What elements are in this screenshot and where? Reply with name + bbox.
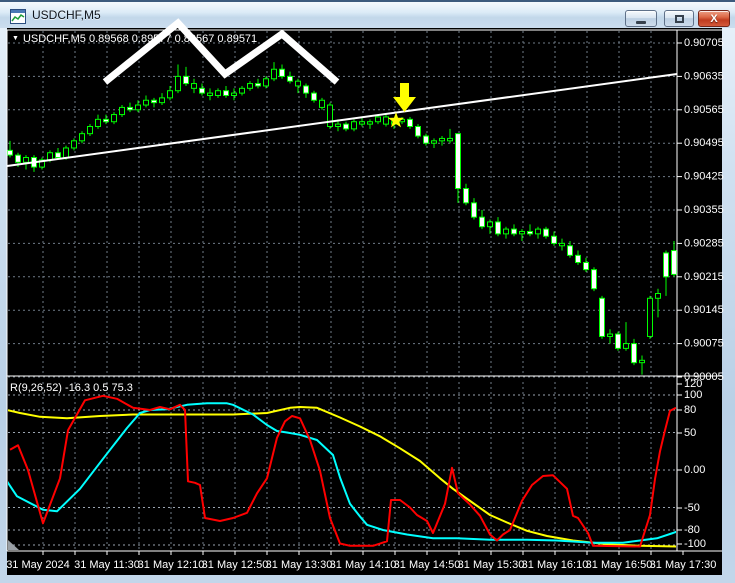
- symbol-dropdown-icon[interactable]: ▼: [12, 35, 19, 42]
- maximize-button[interactable]: [664, 10, 694, 27]
- close-icon: X: [710, 12, 718, 25]
- minimize-button[interactable]: [625, 10, 657, 27]
- chart-window: USDCHF,M5 X ▼ USDCHF,M5 0.89568 0.89577 0…: [0, 0, 735, 583]
- minimize-icon: [636, 20, 646, 24]
- restore-icon: [674, 14, 684, 23]
- close-button[interactable]: X: [698, 10, 730, 27]
- title-bar[interactable]: USDCHF,M5 X: [0, 0, 735, 28]
- symbol-ohlc-label: ▼ USDCHF,M5 0.89568 0.89577 0.89567 0.895…: [12, 33, 257, 45]
- chart-window-icon[interactable]: [10, 9, 26, 24]
- ohlc-values: 0.89568 0.89577 0.89567 0.89571: [88, 33, 258, 45]
- chart-client-area[interactable]: [7, 28, 722, 575]
- window-title: USDCHF,M5: [32, 8, 101, 22]
- indicator-label: R(9,26,52) -16.3 0.5 75.3: [10, 382, 133, 394]
- symbol-name: USDCHF,M5: [22, 33, 86, 45]
